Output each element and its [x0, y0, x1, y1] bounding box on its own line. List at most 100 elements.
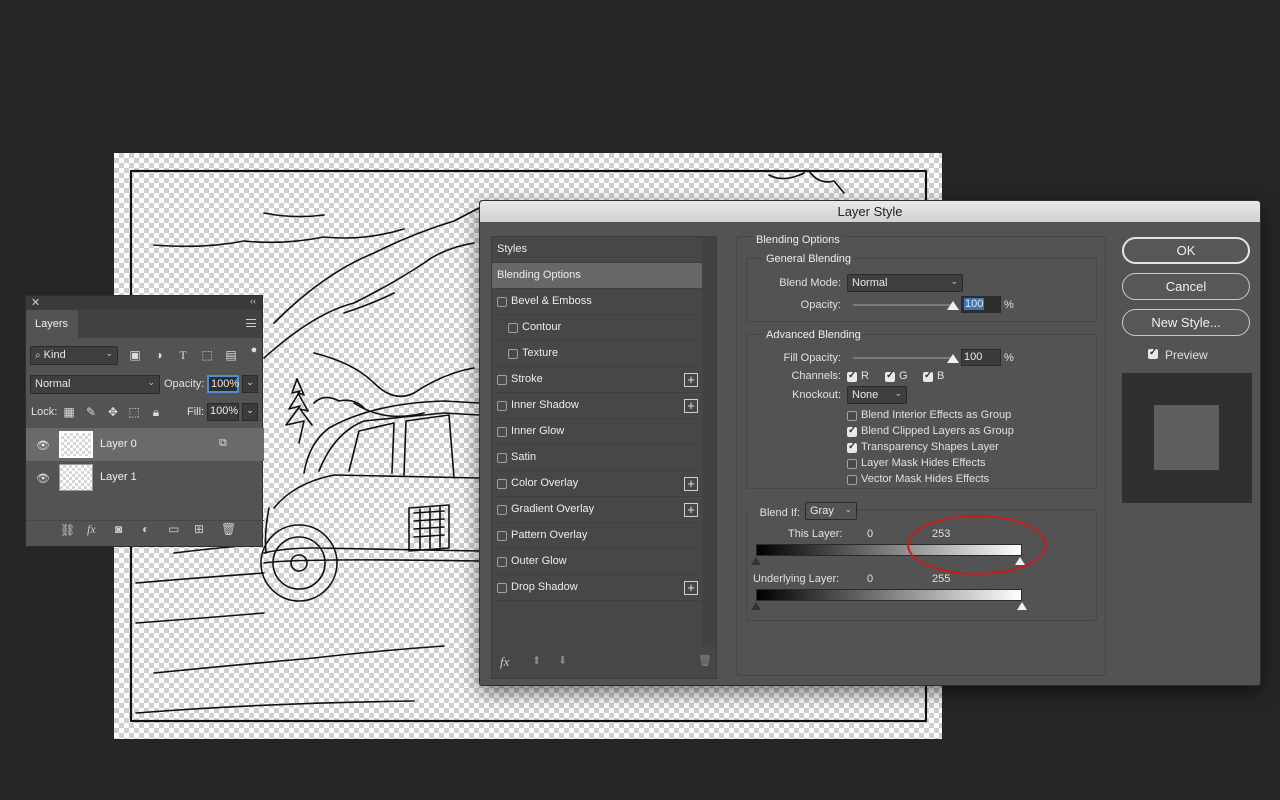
channel-r-label: R — [861, 370, 869, 382]
close-icon[interactable]: ✕ — [31, 296, 40, 309]
lock-artboard-icon[interactable]: ⬚ — [127, 405, 141, 419]
advanced-option-checkbox[interactable] — [847, 459, 857, 469]
link-layers-icon[interactable]: ⛓︎ — [60, 523, 75, 537]
style-preview-swatch — [1122, 373, 1252, 503]
fill-dropdown-chevron-icon[interactable]: ⌄ — [242, 403, 258, 421]
fill-input[interactable]: 100% — [207, 403, 239, 421]
opacity-input[interactable]: 100% — [207, 375, 239, 393]
move-down-arrow-icon[interactable]: ⬇︎ — [558, 654, 567, 667]
opacity-input[interactable]: 100 — [961, 296, 1001, 313]
style-checkbox[interactable] — [508, 349, 518, 359]
advanced-option-checkbox[interactable] — [847, 425, 857, 437]
styles-header[interactable]: Styles — [492, 237, 702, 263]
new-style-button[interactable]: New Style... — [1122, 309, 1250, 336]
adjustment-filter-icon[interactable]: ◑ — [152, 348, 166, 362]
fx-menu-icon[interactable]: fx — [500, 654, 509, 670]
add-mask-icon[interactable]: ◙ — [115, 522, 122, 536]
advanced-option-checkbox[interactable] — [847, 411, 857, 421]
style-item-pattern-overlay[interactable]: Pattern Overlay — [492, 523, 702, 549]
add-layer-style-fx-icon[interactable]: fx — [87, 522, 96, 537]
style-item-inner-shadow[interactable]: Inner Shadow + — [492, 393, 702, 419]
opacity-slider[interactable] — [853, 304, 953, 306]
knockout-select[interactable]: None ⌄ — [847, 386, 907, 404]
lock-all-icon[interactable]: 🔒︎ — [149, 405, 163, 420]
collapse-panel-icon[interactable]: ‹‹ — [250, 296, 256, 306]
style-checkbox[interactable] — [508, 323, 518, 333]
style-item-bevel-emboss[interactable]: Bevel & Emboss — [492, 289, 702, 315]
blend-mode-select[interactable]: Normal ⌄ — [847, 274, 963, 292]
layers-panel-titlebar[interactable]: ✕ ‹‹ — [26, 296, 262, 310]
style-item-color-overlay[interactable]: Color Overlay + — [492, 471, 702, 497]
preview-checkbox[interactable] — [1148, 347, 1158, 359]
add-effect-plus-icon[interactable]: + — [684, 373, 698, 387]
delete-layer-trash-icon[interactable]: 🗑︎ — [221, 522, 236, 536]
style-item-satin[interactable]: Satin — [492, 445, 702, 471]
this-layer-black-point-thumb[interactable] — [751, 557, 761, 565]
preview-checkbox-row[interactable]: Preview — [1148, 347, 1248, 363]
tab-layers[interactable]: Layers — [26, 310, 78, 338]
fill-opacity-input[interactable]: 100 — [961, 349, 1001, 366]
style-checkbox[interactable] — [497, 479, 507, 489]
advanced-option-checkbox[interactable] — [847, 441, 857, 453]
image-filter-icon[interactable]: ▣ — [128, 348, 142, 362]
dialog-title[interactable]: Layer Style — [480, 201, 1260, 222]
opacity-slider-thumb[interactable] — [947, 301, 959, 310]
visibility-eye-icon[interactable]: 👁︎ — [36, 472, 50, 485]
style-item-drop-shadow[interactable]: Drop Shadow + — [492, 575, 702, 601]
ok-button[interactable]: OK — [1122, 237, 1250, 264]
style-item-stroke[interactable]: Stroke + — [492, 367, 702, 393]
fill-opacity-slider[interactable] — [853, 357, 953, 359]
style-item-blending-options[interactable]: Blending Options — [492, 263, 702, 289]
type-filter-icon[interactable]: T — [176, 348, 190, 363]
style-item-texture[interactable]: Texture — [492, 341, 702, 367]
style-checkbox[interactable] — [497, 557, 507, 567]
channel-g-checkbox[interactable] — [885, 370, 895, 382]
style-checkbox[interactable] — [497, 375, 507, 385]
smart-object-filter-icon[interactable]: ▤ — [224, 348, 238, 362]
style-checkbox[interactable] — [497, 531, 507, 541]
layer-row-layer-1[interactable]: 👁︎ Layer 1 — [26, 461, 264, 494]
style-item-gradient-overlay[interactable]: Gradient Overlay + — [492, 497, 702, 523]
style-item-contour[interactable]: Contour — [492, 315, 702, 341]
add-effect-plus-icon[interactable]: + — [684, 399, 698, 413]
style-checkbox[interactable] — [497, 583, 507, 593]
filter-kind-select[interactable]: ⌕ Kind ⌄ — [30, 346, 118, 365]
opacity-dropdown-chevron-icon[interactable]: ⌄ — [242, 375, 258, 393]
channel-b-checkbox[interactable] — [923, 370, 933, 382]
style-checkbox[interactable] — [497, 427, 507, 437]
style-checkbox[interactable] — [497, 401, 507, 411]
panel-menu-icon[interactable] — [246, 319, 256, 327]
advanced-option-checkbox[interactable] — [847, 475, 857, 485]
new-adjustment-layer-icon[interactable]: ◐ — [142, 522, 149, 536]
channel-r-checkbox[interactable] — [847, 370, 857, 382]
style-checkbox[interactable] — [497, 453, 507, 463]
styles-list-scrollbar[interactable] — [702, 237, 716, 647]
delete-effect-trash-icon[interactable]: 🗑︎ — [698, 654, 712, 667]
blend-mode-select[interactable]: Normal ⌄ — [30, 375, 160, 394]
visibility-eye-icon[interactable]: 👁︎ — [36, 439, 50, 452]
underlying-white-point-thumb[interactable] — [1017, 602, 1027, 610]
style-item-label: Bevel & Emboss — [511, 295, 592, 307]
add-effect-plus-icon[interactable]: + — [684, 503, 698, 517]
move-up-arrow-icon[interactable]: ⬆︎ — [532, 654, 541, 667]
style-item-inner-glow[interactable]: Inner Glow — [492, 419, 702, 445]
add-effect-plus-icon[interactable]: + — [684, 581, 698, 595]
underlying-layer-gradient-ramp[interactable] — [756, 589, 1022, 601]
new-layer-icon[interactable]: ⊞ — [194, 522, 204, 536]
lock-transparent-pixels-icon[interactable]: ▦ — [62, 405, 76, 419]
style-checkbox[interactable] — [497, 505, 507, 515]
fill-opacity-slider-thumb[interactable] — [947, 354, 959, 363]
underlying-black-point-thumb[interactable] — [751, 602, 761, 610]
add-effect-plus-icon[interactable]: + — [684, 477, 698, 491]
shape-filter-icon[interactable]: ⬚ — [200, 348, 214, 362]
filter-toggle-icon[interactable]: ● — [247, 344, 261, 356]
style-checkbox[interactable] — [497, 297, 507, 307]
blending-options-indicator-icon[interactable]: ⧉ — [219, 437, 227, 450]
style-item-outer-glow[interactable]: Outer Glow — [492, 549, 702, 575]
lock-position-icon[interactable]: ✥ — [106, 405, 120, 419]
layer-row-layer-0[interactable]: 👁︎ Layer 0 ⧉ — [26, 428, 264, 461]
cancel-button[interactable]: Cancel — [1122, 273, 1250, 300]
new-group-folder-icon[interactable]: ▭ — [168, 522, 179, 536]
blend-if-select[interactable]: Gray ⌄ — [805, 502, 857, 520]
lock-image-pixels-icon[interactable]: ✎ — [84, 405, 98, 419]
